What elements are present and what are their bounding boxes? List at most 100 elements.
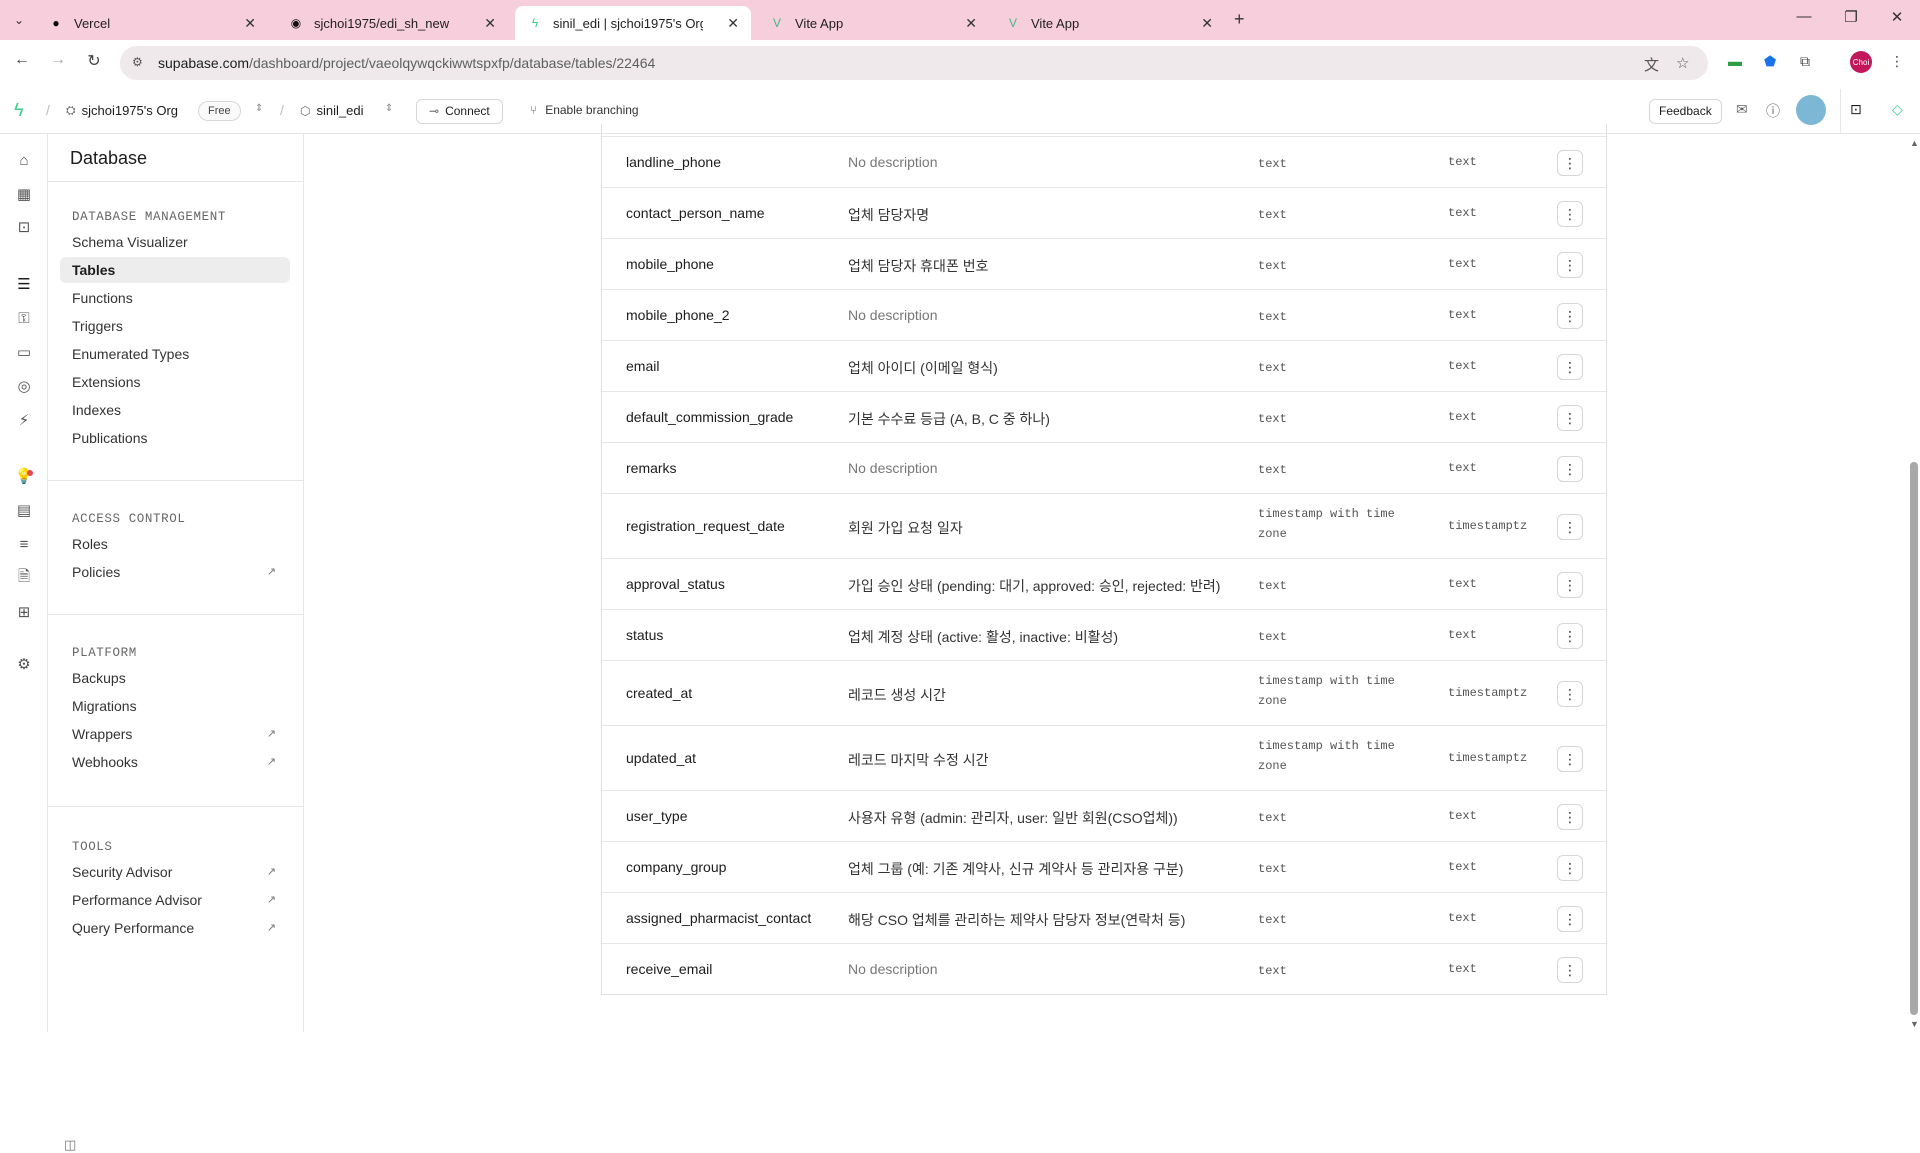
back-icon[interactable]: ← [10, 51, 34, 69]
sidebar-item-migrations[interactable]: Migrations [60, 693, 290, 719]
column-actions-button[interactable]: ⋮ [1557, 681, 1583, 707]
supabase-logo-icon[interactable]: ϟ [14, 100, 24, 121]
storage-icon[interactable]: ▭ [14, 342, 34, 362]
enable-branching-button[interactable]: ⑂ Enable branching [530, 103, 639, 117]
api-docs-icon[interactable]: 🗎 [14, 568, 34, 588]
sidebar-item-query-performance[interactable]: Query Performance ↗ [60, 915, 290, 941]
scrollbar-thumb[interactable] [1910, 462, 1918, 1015]
sidebar-item-wrappers[interactable]: Wrappers ↗ [60, 721, 290, 747]
column-actions-button[interactable]: ⋮ [1557, 405, 1583, 431]
url-text[interactable]: supabase.com/dashboard/project/vaeolqywq… [158, 55, 655, 71]
column-actions-button[interactable]: ⋮ [1557, 201, 1583, 227]
table-editor-icon[interactable]: ▦ [14, 184, 34, 204]
address-bar[interactable]: ⚙ supabase.com/dashboard/project/vaeolqy… [120, 46, 1708, 80]
reload-icon[interactable]: ↻ [82, 51, 106, 71]
connect-button[interactable]: ⊸ Connect [416, 99, 503, 124]
org-chevron-icon[interactable]: ⇕ [255, 103, 263, 114]
sidebar-item-tables[interactable]: Tables [60, 257, 290, 283]
column-actions-button[interactable]: ⋮ [1557, 957, 1583, 983]
main-content: landline_phone No description text text ⋮ con… [305, 124, 1905, 1032]
project-switcher[interactable]: ⬡ sinil_edi [300, 103, 363, 118]
logs-icon[interactable]: ≡ [14, 534, 34, 554]
browser-tab[interactable]: ◉ sjchoi1975/edi_sh_new ✕ [276, 6, 508, 40]
sidebar-item-enumerated-types[interactable]: Enumerated Types [60, 341, 290, 367]
sidebar-item-performance-advisor[interactable]: Performance Advisor ↗ [60, 887, 290, 913]
forward-icon[interactable]: → [46, 51, 70, 69]
user-avatar[interactable] [1796, 95, 1826, 125]
sidebar-item-backups[interactable]: Backups [60, 665, 290, 691]
column-actions-button[interactable]: ⋮ [1557, 623, 1583, 649]
reports-icon[interactable]: ▤ [14, 500, 34, 520]
scroll-down-icon[interactable]: ▼ [1910, 1019, 1919, 1029]
org-switcher[interactable]: ⛭ sjchoi1975's Org [66, 103, 178, 118]
bookmark-star-icon[interactable]: ☆ [1676, 54, 1689, 72]
extension-icon[interactable]: ▬ [1728, 53, 1742, 69]
new-tab-icon[interactable]: + [1234, 9, 1245, 30]
integrations-icon[interactable]: ⊞ [14, 602, 34, 622]
browser-tab[interactable]: V Vite App ✕ [993, 6, 1225, 40]
sidebar-item-webhooks[interactable]: Webhooks ↗ [60, 749, 290, 775]
column-actions-button[interactable]: ⋮ [1557, 804, 1583, 830]
column-data-type: text [1258, 463, 1287, 477]
database-icon[interactable]: ☰ [14, 274, 34, 294]
sidebar-item-roles[interactable]: Roles [60, 531, 290, 557]
more-vertical-icon: ⋮ [1563, 911, 1577, 927]
sidebar-divider [48, 480, 303, 481]
scroll-up-icon[interactable]: ▲ [1910, 138, 1919, 148]
sidebar-item-security-advisor[interactable]: Security Advisor ↗ [60, 859, 290, 885]
sql-editor-icon[interactable]: ⊡ [14, 217, 34, 237]
more-vertical-icon: ⋮ [1563, 308, 1577, 324]
help-icon[interactable]: ⓘ [1766, 101, 1780, 121]
sidebar-item-functions[interactable]: Functions [60, 285, 290, 311]
browser-tab[interactable]: V Vite App ✕ [757, 6, 989, 40]
project-chevron-icon[interactable]: ⇕ [385, 103, 393, 114]
realtime-icon[interactable]: ⚡ [14, 410, 34, 430]
column-actions-button[interactable]: ⋮ [1557, 746, 1583, 772]
column-actions-button[interactable]: ⋮ [1557, 456, 1583, 482]
profile-avatar[interactable]: Choi [1850, 51, 1872, 73]
browser-tab[interactable]: ϟ sinil_edi | sjchoi1975's Org | Su ✕ [515, 6, 751, 40]
inbox-icon[interactable]: ✉ [1736, 101, 1748, 118]
sidebar-item-schema-visualizer[interactable]: Schema Visualizer [60, 229, 290, 255]
tab-search-icon[interactable]: ⌄ [8, 9, 30, 31]
extensions-puzzle-icon[interactable]: ⧉ [1800, 53, 1810, 70]
vercel-icon: ● [52, 16, 60, 30]
close-tab-icon[interactable]: ✕ [244, 15, 256, 32]
browser-tab[interactable]: ● Vercel ✕ [36, 6, 268, 40]
close-tab-icon[interactable]: ✕ [1201, 15, 1213, 32]
column-actions-button[interactable]: ⋮ [1557, 303, 1583, 329]
edge-functions-icon[interactable]: ◎ [14, 376, 34, 396]
assistant-icon[interactable]: ◇ [1892, 101, 1903, 118]
close-window-icon[interactable]: ✕ [1882, 8, 1912, 26]
sidebar-item-indexes[interactable]: Indexes [60, 397, 290, 423]
auth-icon[interactable]: ⚿ [14, 308, 34, 328]
sidebar-item-publications[interactable]: Publications [60, 425, 290, 451]
close-tab-icon[interactable]: ✕ [484, 15, 496, 32]
browser-menu-icon[interactable]: ⋮ [1890, 53, 1904, 70]
advisors-icon[interactable]: 💡 [14, 466, 34, 486]
feedback-button[interactable]: Feedback [1649, 99, 1722, 124]
close-tab-icon[interactable]: ✕ [965, 15, 977, 32]
column-actions-button[interactable]: ⋮ [1557, 572, 1583, 598]
sidebar-item-triggers[interactable]: Triggers [60, 313, 290, 339]
column-actions-button[interactable]: ⋮ [1557, 514, 1583, 540]
column-actions-button[interactable]: ⋮ [1557, 906, 1583, 932]
column-actions-button[interactable]: ⋮ [1557, 150, 1583, 176]
minimize-icon[interactable]: — [1789, 8, 1819, 25]
translate-icon[interactable]: 文 [1644, 54, 1659, 75]
sidebar-item-policies[interactable]: Policies ↗ [60, 559, 290, 585]
sql-console-icon[interactable]: ⊡ [1850, 101, 1862, 118]
restore-icon[interactable]: ❐ [1836, 8, 1866, 26]
collapse-sidebar-icon[interactable]: ◫ [64, 1137, 76, 1153]
plug-icon: ⊸ [429, 104, 440, 118]
close-tab-icon[interactable]: ✕ [727, 15, 739, 32]
sidebar-item-extensions[interactable]: Extensions [60, 369, 290, 395]
site-info-icon[interactable]: ⚙ [132, 55, 143, 69]
column-actions-button[interactable]: ⋮ [1557, 855, 1583, 881]
home-icon[interactable]: ⌂ [14, 150, 34, 170]
password-extension-icon[interactable]: ⬟ [1764, 53, 1776, 70]
column-actions-button[interactable]: ⋮ [1557, 354, 1583, 380]
settings-gear-icon[interactable]: ⚙ [14, 654, 34, 674]
column-name: registration_request_date [626, 518, 785, 534]
column-actions-button[interactable]: ⋮ [1557, 252, 1583, 278]
